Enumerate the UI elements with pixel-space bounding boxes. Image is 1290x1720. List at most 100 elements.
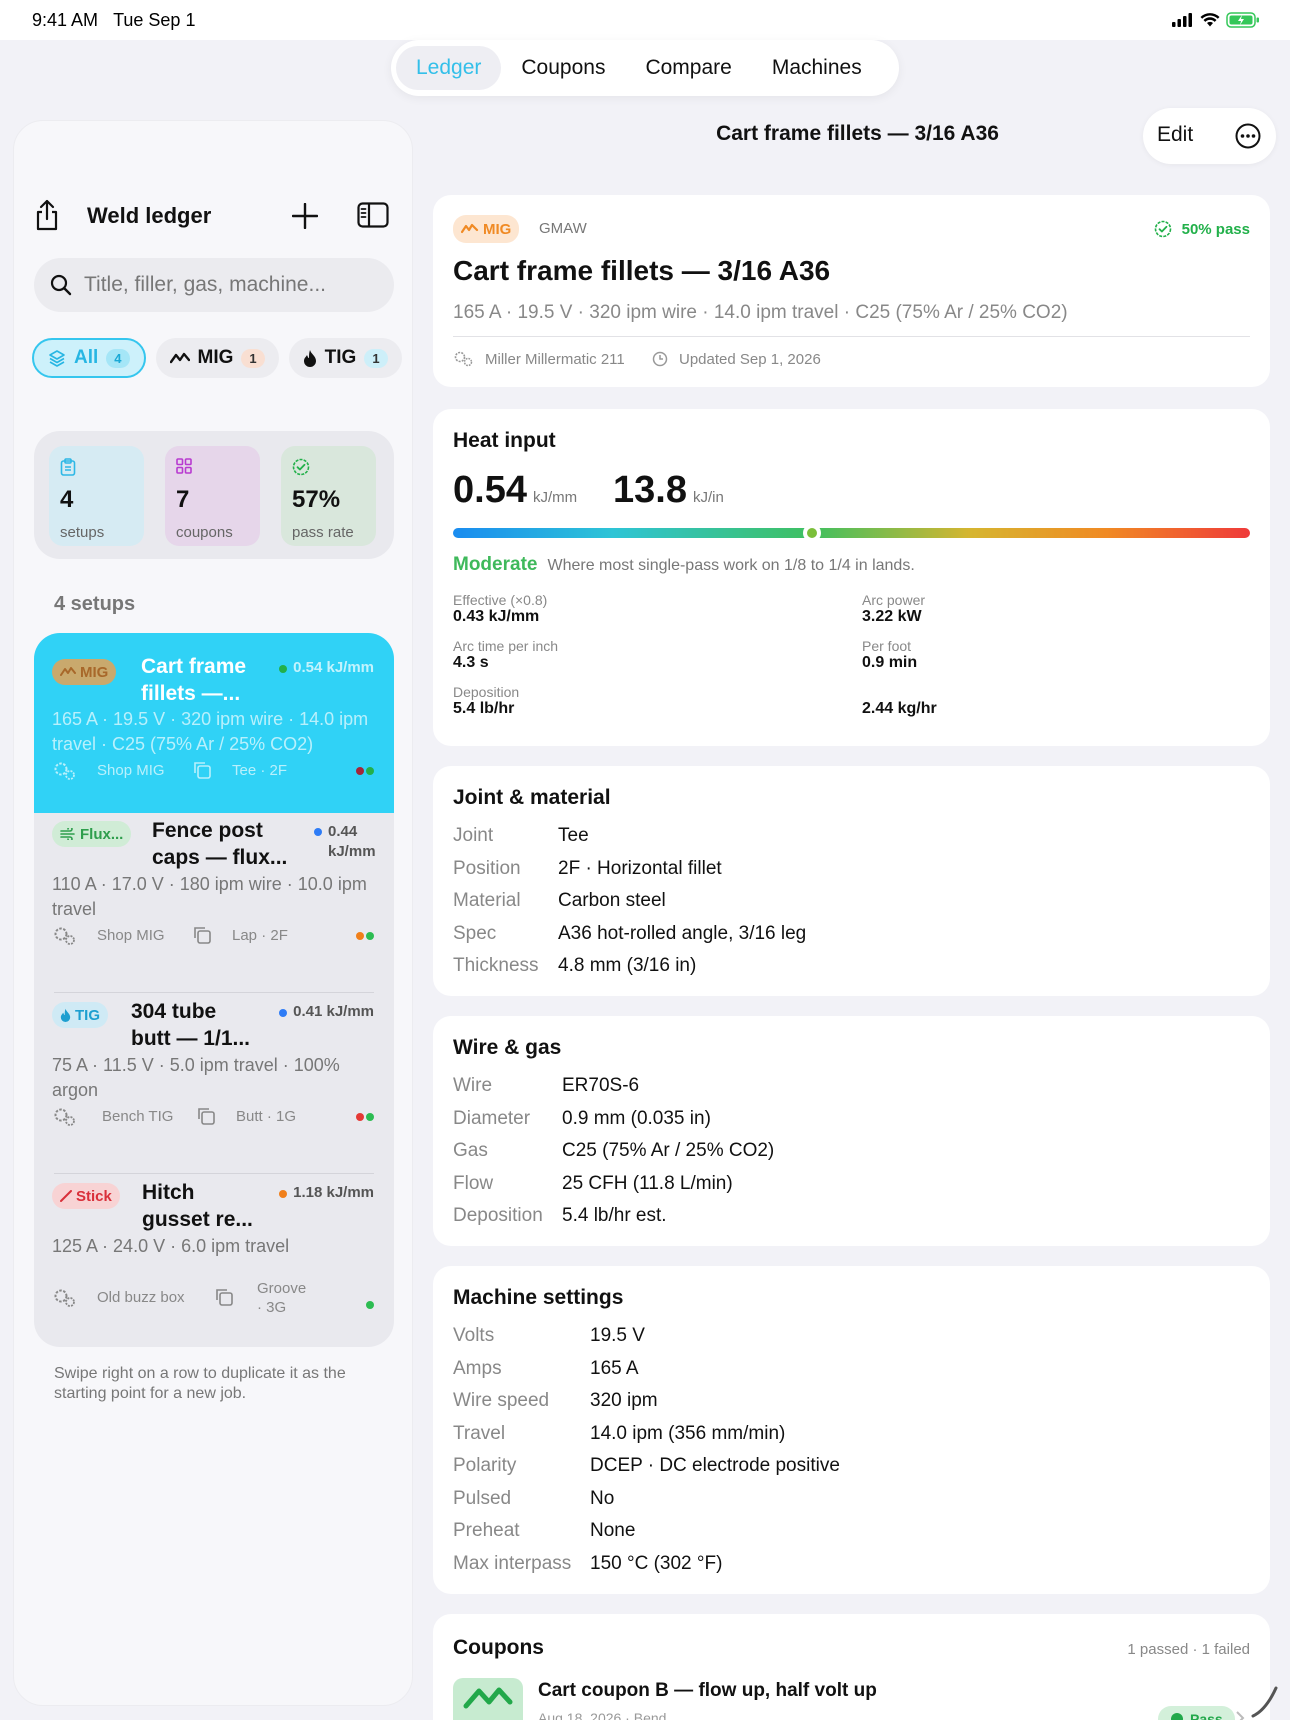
coupon-title: Cart coupon B — flow up, half volt up: [538, 1680, 877, 1701]
setup-row-fence-post[interactable]: Flux... Fence post caps — flux... 0.44 k…: [34, 813, 394, 993]
chip-all[interactable]: All 4: [32, 338, 146, 378]
setup-row-304-tube[interactable]: TIG 304 tube butt — 1/1... 0.41 kJ/mm 75…: [34, 994, 394, 1174]
edit-toolbar: Edit: [1143, 108, 1276, 164]
row-status-dots: [356, 767, 374, 775]
flame-icon: [303, 350, 316, 367]
tab-compare[interactable]: Compare: [625, 46, 751, 90]
row-title: Hitch gusset re...: [142, 1181, 253, 1231]
edit-button[interactable]: Edit: [1157, 123, 1193, 147]
stats-card: 4 setups 7 coupons 57% pass rate: [34, 431, 394, 559]
badge-tig: TIG: [52, 1002, 108, 1028]
heat-input-card: Heat input 0.54 kJ/mm 13.8 kJ/in Moderat…: [433, 409, 1270, 746]
clipboard-icon: [60, 458, 76, 476]
machine-settings-card: Machine settings Volts 19.5 V Amps 165 A W…: [433, 1266, 1270, 1594]
stat-coupons: 7 coupons: [165, 446, 260, 546]
coupon-thumbnail: [453, 1678, 523, 1720]
badge-stick: Stick: [52, 1183, 120, 1209]
scroll-indicator[interactable]: [1250, 1684, 1280, 1718]
row-title: 304 tube butt — 1/1...: [131, 1000, 251, 1050]
mig-wave-icon: [463, 1687, 513, 1709]
divider: [453, 336, 1250, 337]
search-input[interactable]: Title, filler, gas, machine...: [34, 258, 394, 312]
updated-date: Updated Sep 1, 2026: [679, 351, 821, 368]
wire-gas-title: Wire & gas: [453, 1036, 562, 1059]
check-seal-icon: [292, 458, 310, 476]
page-title: Cart frame fillets — 3/16 A36: [716, 122, 999, 145]
row-status-dots: [356, 932, 374, 940]
row-title: Fence post caps — flux...: [152, 819, 288, 869]
wire-gas-card: Wire & gas Wire ER70S-6 Diameter 0.9 mm (0…: [433, 1016, 1270, 1246]
badge-flux: Flux...: [52, 821, 132, 847]
coupons-card: Coupons 1 passed · 1 failed Cart coupon …: [433, 1614, 1270, 1720]
chip-tig-label: TIG: [324, 347, 357, 368]
row-divider: [54, 992, 374, 993]
search-icon: [50, 274, 72, 296]
row-subtitle: 75 A · 11.5 V · 5.0 ipm travel · 100% ar…: [52, 1055, 340, 1100]
setups-count: 4 setups: [54, 593, 136, 615]
row-status-dots: [366, 1301, 374, 1309]
status-bar: 9:41 AM Tue Sep 1: [0, 0, 1290, 40]
row-title: Cart frame fillets —...: [141, 655, 247, 705]
heat-kj-in: 13.8 kJ/in: [613, 469, 724, 511]
process-label: GMAW: [539, 220, 587, 237]
heat-kj-mm: 0.54 kJ/mm: [453, 469, 578, 511]
heat-scale-bar: [453, 524, 1250, 542]
machine-settings-list: Volts 19.5 V Amps 165 A Wire speed 320 ipm …: [453, 1325, 840, 1574]
row-heat: 0.44 kJ/mm: [314, 822, 376, 862]
machine-name: Miller Millermatic 211: [485, 351, 625, 368]
status-time: 9:41 AM Tue Sep 1: [32, 10, 196, 30]
coupon-status-badge: Pass: [1158, 1706, 1235, 1720]
gears-icon: [54, 1289, 75, 1307]
setup-row-cart-frame[interactable]: MIG Cart frame fillets —... 0.54 kJ/mm 1…: [34, 633, 394, 813]
share-icon[interactable]: [34, 199, 60, 231]
chip-mig-label: MIG: [197, 347, 234, 368]
machine-settings-title: Machine settings: [453, 1286, 624, 1309]
setup-params: 165 A · 19.5 V · 320 ipm wire · 14.0 ipm…: [453, 302, 1068, 323]
row-meta: Old buzz box Groove · 3G: [52, 1279, 372, 1319]
tab-ledger[interactable]: Ledger: [396, 46, 502, 90]
copy-icon: [194, 762, 211, 779]
wind-icon: [60, 828, 75, 840]
coupon-row[interactable]: Cart coupon B — flow up, half volt up Au…: [453, 1678, 1253, 1720]
row-status-dots: [356, 1113, 374, 1121]
more-icon[interactable]: [1235, 123, 1261, 149]
gears-icon: [454, 351, 473, 367]
wire-gas-list: Wire ER70S-6 Diameter 0.9 mm (0.035 in) Ga…: [453, 1075, 775, 1226]
grid-icon: [176, 458, 192, 474]
mig-wave-icon: [169, 352, 190, 364]
coupon-subtitle: Aug 18, 2026 · Bend: [538, 1710, 667, 1720]
tab-machines[interactable]: Machines: [752, 46, 882, 90]
setup-list: MIG Cart frame fillets —... 0.54 kJ/mm 1…: [34, 633, 394, 1347]
check-seal-icon: [1154, 220, 1171, 238]
setup-row-hitch-gusset[interactable]: Stick Hitch gusset re... 1.18 kJ/mm 125 …: [34, 1175, 394, 1347]
badge-mig: MIG: [52, 659, 117, 685]
copy-icon: [194, 927, 211, 944]
sidebar-title: Weld ledger: [87, 203, 212, 228]
layers-icon: [49, 350, 65, 367]
chip-tig[interactable]: TIG 1: [288, 338, 402, 378]
setup-title: Cart frame fillets — 3/16 A36: [453, 255, 831, 286]
flame-icon: [60, 1008, 71, 1022]
gears-icon: [54, 762, 75, 780]
stat-coupons-label: coupons: [176, 524, 233, 541]
stat-pass-rate: 57% pass rate: [281, 446, 376, 546]
status-icons: [1172, 12, 1260, 28]
add-icon[interactable]: [292, 203, 318, 229]
row-meta: Shop MIG Lap · 2F: [52, 925, 372, 949]
search-placeholder: Title, filler, gas, machine...: [84, 273, 326, 296]
badge-mig: MIG: [453, 215, 520, 243]
row-divider: [54, 1173, 374, 1174]
pass-rate-badge: 50% pass: [1154, 220, 1250, 238]
heat-scale-marker: [802, 524, 821, 542]
stat-pass-rate-label: pass rate: [292, 524, 354, 541]
sidebar-header: Weld ledger: [14, 191, 414, 237]
top-tab-bar: Ledger Coupons Compare Machines: [391, 40, 899, 96]
row-meta: Shop MIG Tee · 2F: [52, 760, 372, 784]
heat-rating: Moderate Where most single-pass work on …: [453, 554, 915, 575]
heat-input-title: Heat input: [453, 429, 556, 452]
sidebar-toggle-icon[interactable]: [357, 202, 389, 228]
chip-mig[interactable]: MIG 1: [155, 338, 279, 378]
row-heat: 1.18 kJ/mm: [279, 1184, 374, 1201]
tab-coupons[interactable]: Coupons: [501, 46, 625, 90]
chip-all-label: All: [74, 347, 99, 368]
